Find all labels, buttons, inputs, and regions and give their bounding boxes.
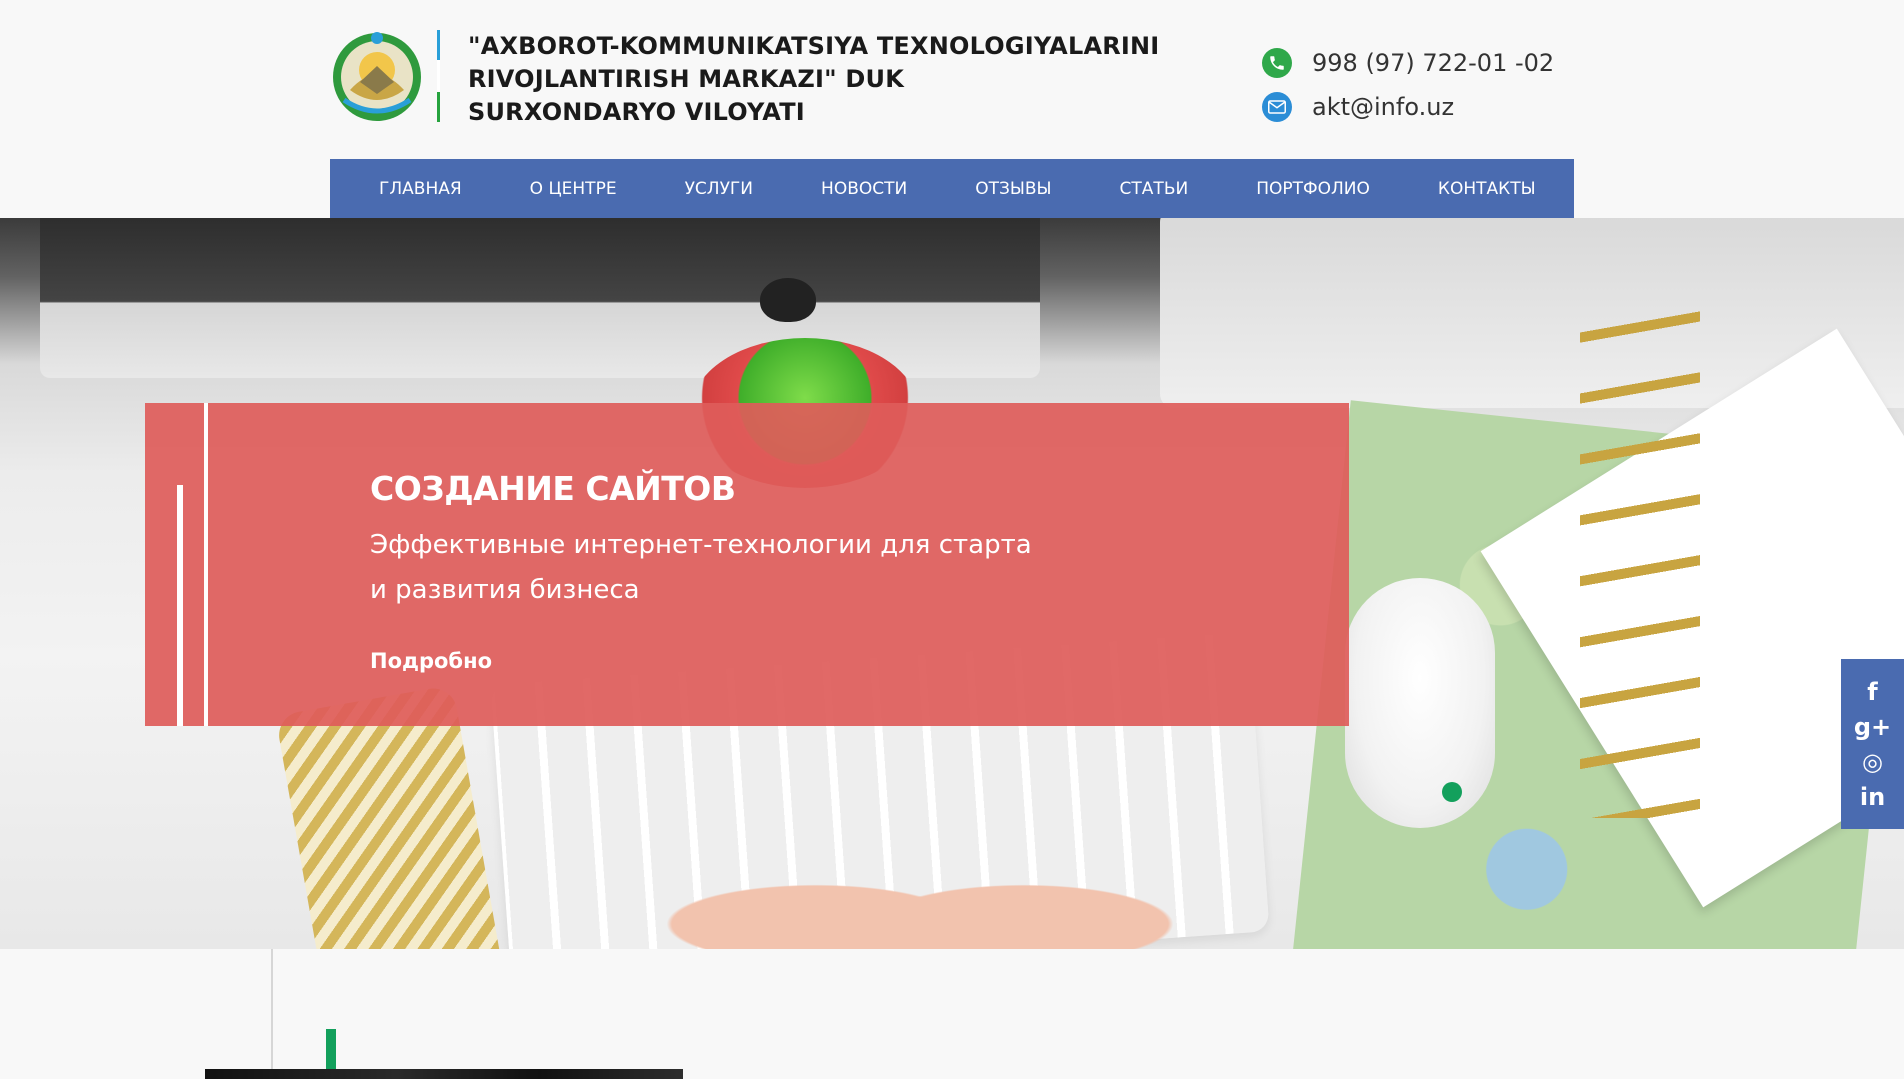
content-section <box>0 949 1904 1079</box>
hero-caption-panel: СОЗДАНИЕ САЙТОВ Эффективные интернет-тех… <box>145 403 1349 726</box>
nav-item-contacts[interactable]: КОНТАКТЫ <box>1438 179 1536 199</box>
phone-number: 998 (97) 722-01 -02 <box>1312 49 1555 77</box>
state-emblem-logo[interactable] <box>330 30 424 124</box>
linkedin-icon[interactable]: in <box>1853 779 1893 814</box>
phone-contact[interactable]: 998 (97) 722-01 -02 <box>1262 48 1554 78</box>
nav-item-reviews[interactable]: ОТЗЫВЫ <box>975 179 1051 199</box>
hero-subtitle: Эффективные интернет-технологии для стар… <box>370 523 1090 613</box>
nav-item-portfolio[interactable]: ПОРТФОЛИО <box>1256 179 1370 199</box>
site-header: "AXBOROT-KOMMUNIKATSIYA TEXNOLOGIYALARIN… <box>0 0 1904 218</box>
instagram-icon[interactable]: ◎ <box>1853 744 1893 779</box>
hero-photo-monitor <box>40 218 1040 378</box>
hero-photo-hands <box>660 828 1180 949</box>
nav-item-about[interactable]: О ЦЕНТРЕ <box>530 179 617 199</box>
organization-title-line2: RIVOJLANTIRISH MARKAZI" DUK <box>468 65 904 93</box>
envelope-icon <box>1262 92 1292 122</box>
nav-item-news[interactable]: НОВОСТИ <box>821 179 907 199</box>
phone-icon <box>1262 48 1292 78</box>
caption-accent-line <box>204 403 208 726</box>
email-contact[interactable]: akt@info.uz <box>1262 92 1454 122</box>
slider-pagination-dot[interactable] <box>1442 782 1462 802</box>
page: "AXBOROT-KOMMUNIKATSIYA TEXNOLOGIYALARIN… <box>0 0 1904 1079</box>
content-image-thumbnail[interactable] <box>205 1069 683 1079</box>
organization-title-line3: SURXONDARYO VILOYATI <box>468 98 805 126</box>
flag-stripe-divider <box>437 30 440 122</box>
main-navigation: ГЛАВНАЯ О ЦЕНТРЕ УСЛУГИ НОВОСТИ ОТЗЫВЫ С… <box>330 159 1574 218</box>
nav-item-home[interactable]: ГЛАВНАЯ <box>379 179 462 199</box>
nav-item-services[interactable]: УСЛУГИ <box>685 179 753 199</box>
apple-logo-icon <box>760 278 816 322</box>
social-sidebar: f g+ ◎ in <box>1841 659 1904 829</box>
caption-accent-line <box>177 485 183 726</box>
facebook-icon[interactable]: f <box>1853 674 1893 709</box>
nav-item-articles[interactable]: СТАТЬИ <box>1120 179 1189 199</box>
google-plus-icon[interactable]: g+ <box>1853 709 1893 744</box>
hero-slider: СОЗДАНИЕ САЙТОВ Эффективные интернет-тех… <box>0 218 1904 949</box>
hero-subtitle-line1: Эффективные интернет-технологии для стар… <box>370 530 1032 560</box>
hero-photo-mouse <box>1345 578 1495 828</box>
section-divider-line <box>271 949 273 1079</box>
hero-title: СОЗДАНИЕ САЙТОВ <box>370 469 736 508</box>
hero-photo-binder-rings <box>1580 298 1700 818</box>
organization-title-line1: "AXBOROT-KOMMUNIKATSIYA TEXNOLOGIYALARIN… <box>468 32 1160 60</box>
hero-more-link[interactable]: Подробно <box>370 649 492 673</box>
organization-title[interactable]: "AXBOROT-KOMMUNIKATSIYA TEXNOLOGIYALARIN… <box>468 30 1160 129</box>
email-address: akt@info.uz <box>1312 93 1455 121</box>
hero-subtitle-line2: и развития бизнеса <box>370 575 640 605</box>
